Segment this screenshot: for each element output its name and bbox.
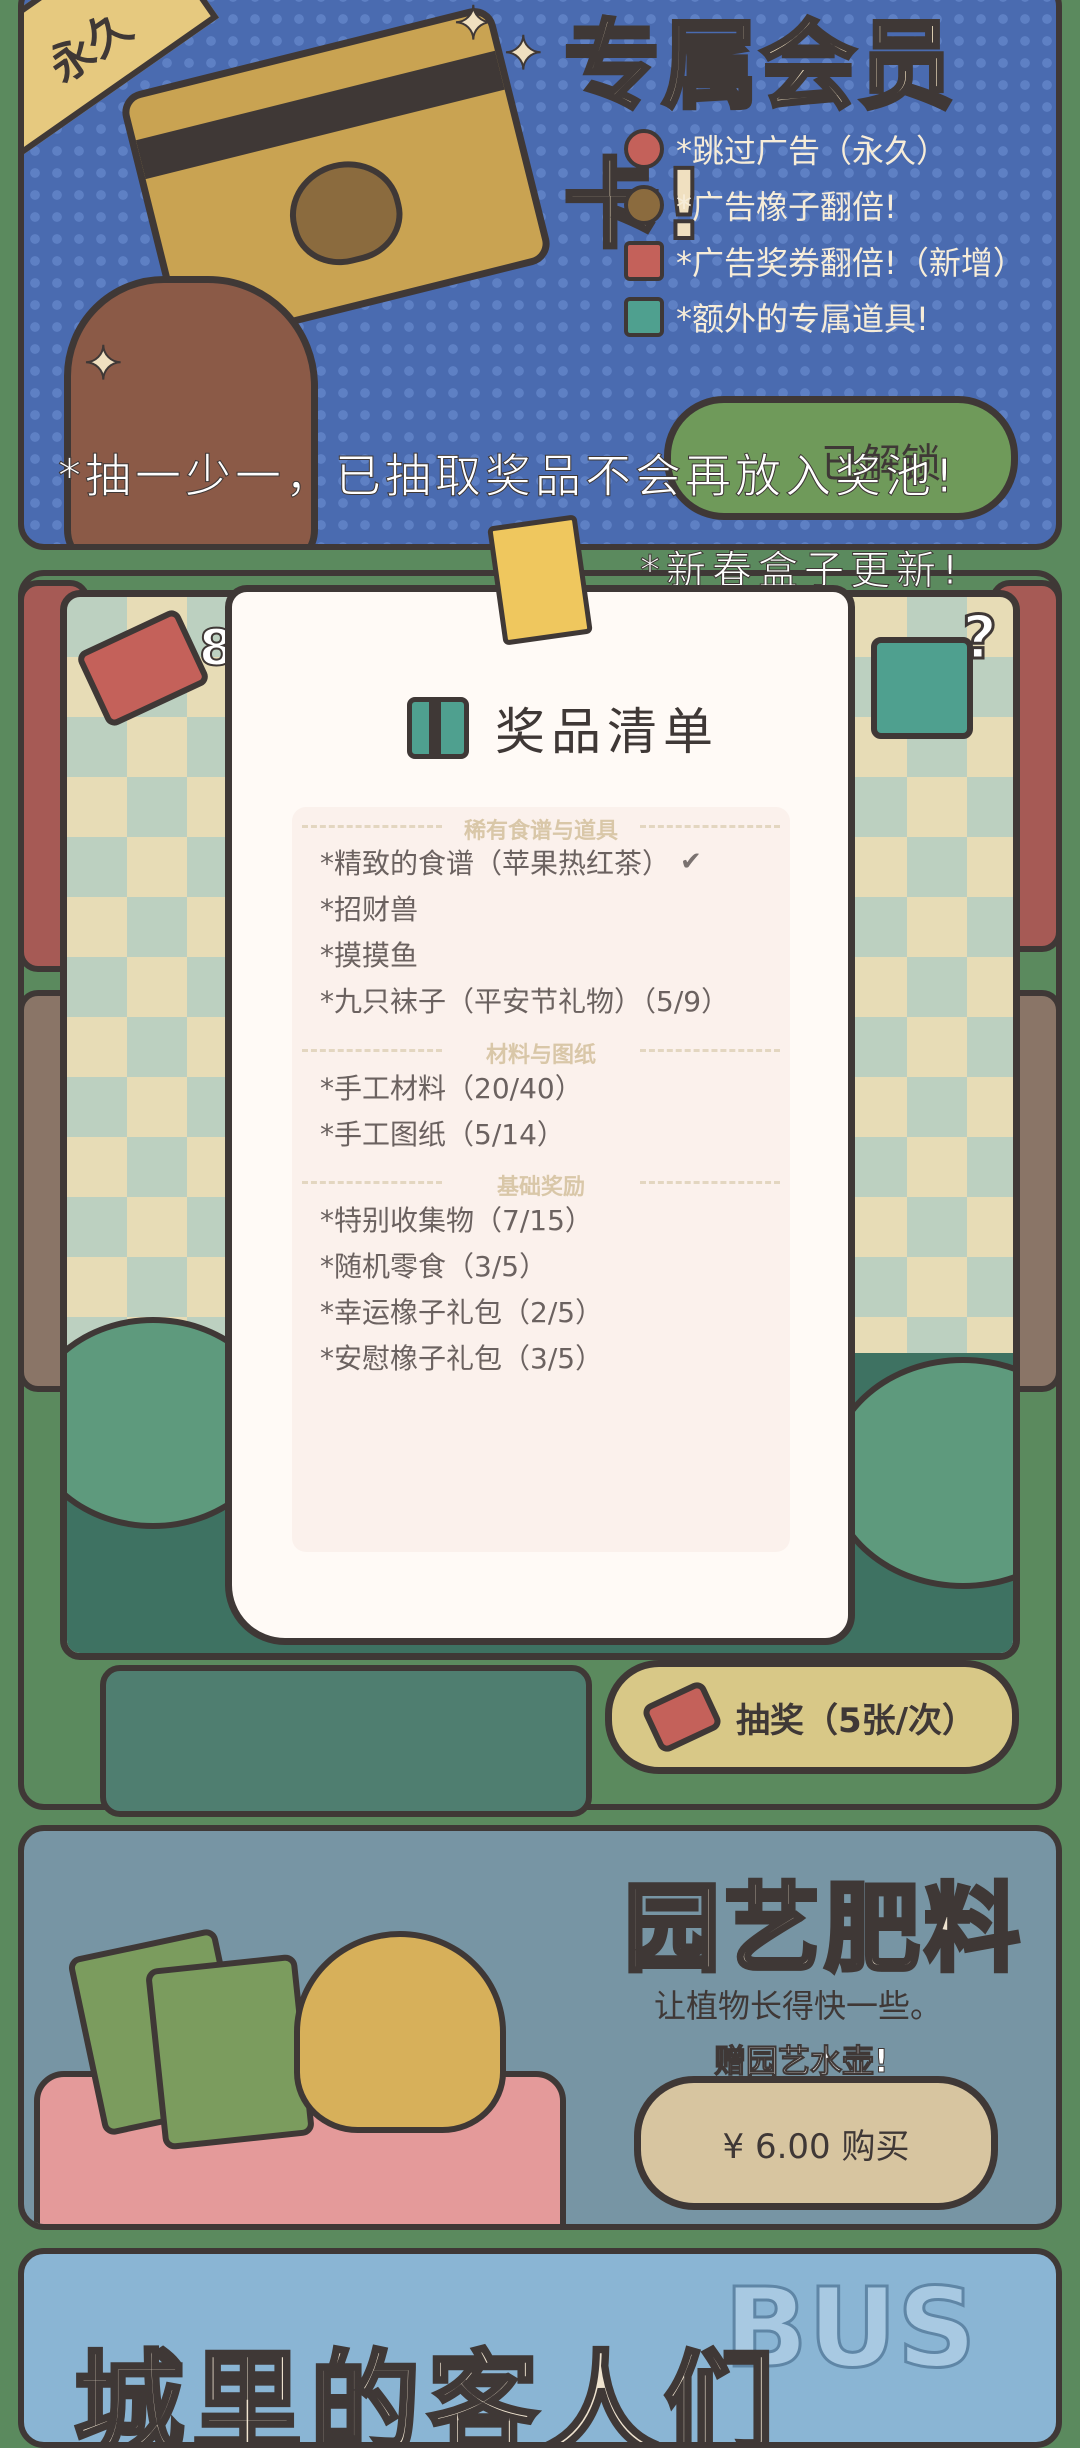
hand-illustration — [64, 276, 318, 544]
ribbon-text: 永久 — [40, 0, 142, 94]
item-text: *安慰橡子礼包（3/5） — [320, 1342, 604, 1375]
feature-skip-ads: *跳过广告（永久） — [624, 126, 948, 172]
section-header: 基础奖励 — [292, 1169, 790, 1201]
tape-icon — [487, 514, 593, 646]
draw-lottery-button[interactable]: 抽奖（5张/次） — [605, 1660, 1019, 1774]
ticket-counter: 8 — [74, 607, 235, 729]
seed-packet-icon — [144, 1953, 316, 2151]
decor-illustration — [100, 1665, 592, 1817]
list-item: *安慰橡子礼包（3/5） — [320, 1337, 603, 1377]
feature-double-acorns: *广告橡子翻倍! — [624, 182, 897, 228]
sparkle-icon: ✦ — [453, 0, 494, 51]
ticket-icon — [74, 607, 212, 729]
feature-text: *跳过广告（永久） — [676, 132, 949, 170]
item-text: *摸摸鱼 — [320, 939, 419, 972]
feature-text: *额外的专属道具! — [676, 300, 929, 338]
guests-title: 城里的客人们 — [72, 2338, 782, 2448]
watering-can-icon — [294, 1931, 506, 2133]
item-text: *九只袜子（平安节礼物）（5/9） — [320, 985, 730, 1018]
mystery-gift-icon[interactable]: ? — [871, 602, 998, 739]
question-mark: ? — [961, 602, 999, 675]
item-text: *手工图纸（5/14） — [320, 1118, 565, 1151]
feature-text: *广告奖券翻倍!（新增） — [676, 244, 1025, 282]
item-text: *招财兽 — [320, 893, 419, 926]
fertilizer-subtitle: 让植物长得快一些。 — [654, 1987, 943, 2025]
check-icon: ✔ — [680, 847, 702, 877]
buy-fertilizer-button[interactable]: ¥ 6.00 购买 — [634, 2076, 998, 2210]
ticket-icon — [624, 241, 664, 281]
gift-note: 赠园艺水壶! — [714, 2042, 890, 2081]
list-item: *幸运橡子礼包（2/5） — [320, 1291, 603, 1331]
sparkle-icon: ✦ — [83, 335, 124, 391]
list-item: *手工材料（20/40） — [320, 1067, 583, 1107]
item-text: *幸运橡子礼包（2/5） — [320, 1296, 604, 1329]
fertilizer-shop-panel: 园艺肥料 让植物长得快一些。 ¥ 6.00 购买 赠园艺水壶! — [18, 1825, 1062, 2230]
prize-list-title: 奖品清单 — [495, 703, 719, 761]
feature-text: *广告橡子翻倍! — [676, 188, 897, 226]
buy-label: ¥ 6.00 购买 — [722, 2126, 910, 2167]
no-ads-icon — [624, 129, 664, 169]
gift-icon — [407, 697, 469, 759]
draw-button-label: 抽奖（5张/次） — [735, 1700, 977, 1741]
acorn-icon — [279, 149, 413, 276]
sparkle-icon: ✦ — [503, 25, 544, 81]
list-item: *随机零食（3/5） — [320, 1245, 547, 1285]
list-item: *精致的食谱（苹果热红茶） ✔ — [320, 842, 702, 882]
list-item: *手工图纸（5/14） — [320, 1113, 565, 1153]
fertilizer-title: 园艺肥料 — [622, 1871, 1024, 1987]
acorn-icon — [624, 185, 664, 225]
item-text: *特别收集物（7/15） — [320, 1204, 593, 1237]
ticket-icon — [640, 1679, 724, 1755]
item-text: *手工材料（20/40） — [320, 1072, 583, 1105]
feature-extra-items: *额外的专属道具! — [624, 294, 929, 340]
item-text: *随机零食（3/5） — [320, 1250, 548, 1283]
prize-list: 稀有食谱与道具 *精致的食谱（苹果热红茶） ✔ *招财兽 *摸摸鱼 *九只袜子（… — [292, 807, 790, 1552]
list-item: *九只袜子（平安节礼物）（5/9） — [320, 980, 729, 1020]
section-header: 材料与图纸 — [292, 1037, 790, 1069]
draw-rule-note: *抽一少一，已抽取奖品不会再放入奖池! — [57, 449, 958, 504]
prize-list-sheet: 奖品清单 稀有食谱与道具 *精致的食谱（苹果热红茶） ✔ *招财兽 *摸摸鱼 *… — [225, 585, 855, 1645]
item-text: *精致的食谱（苹果热红茶） — [320, 847, 671, 880]
feature-double-tickets: *广告奖券翻倍!（新增） — [624, 238, 1025, 284]
list-item: *招财兽 — [320, 888, 418, 928]
prize-list-header: 奖品清单 — [407, 692, 719, 764]
list-item: *摸摸鱼 — [320, 934, 418, 974]
gift-icon — [624, 297, 664, 337]
section-header: 稀有食谱与道具 — [292, 813, 790, 845]
list-item: *特别收集物（7/15） — [320, 1199, 593, 1239]
city-guests-panel[interactable]: BUS 城里的客人们 — [18, 2248, 1062, 2448]
